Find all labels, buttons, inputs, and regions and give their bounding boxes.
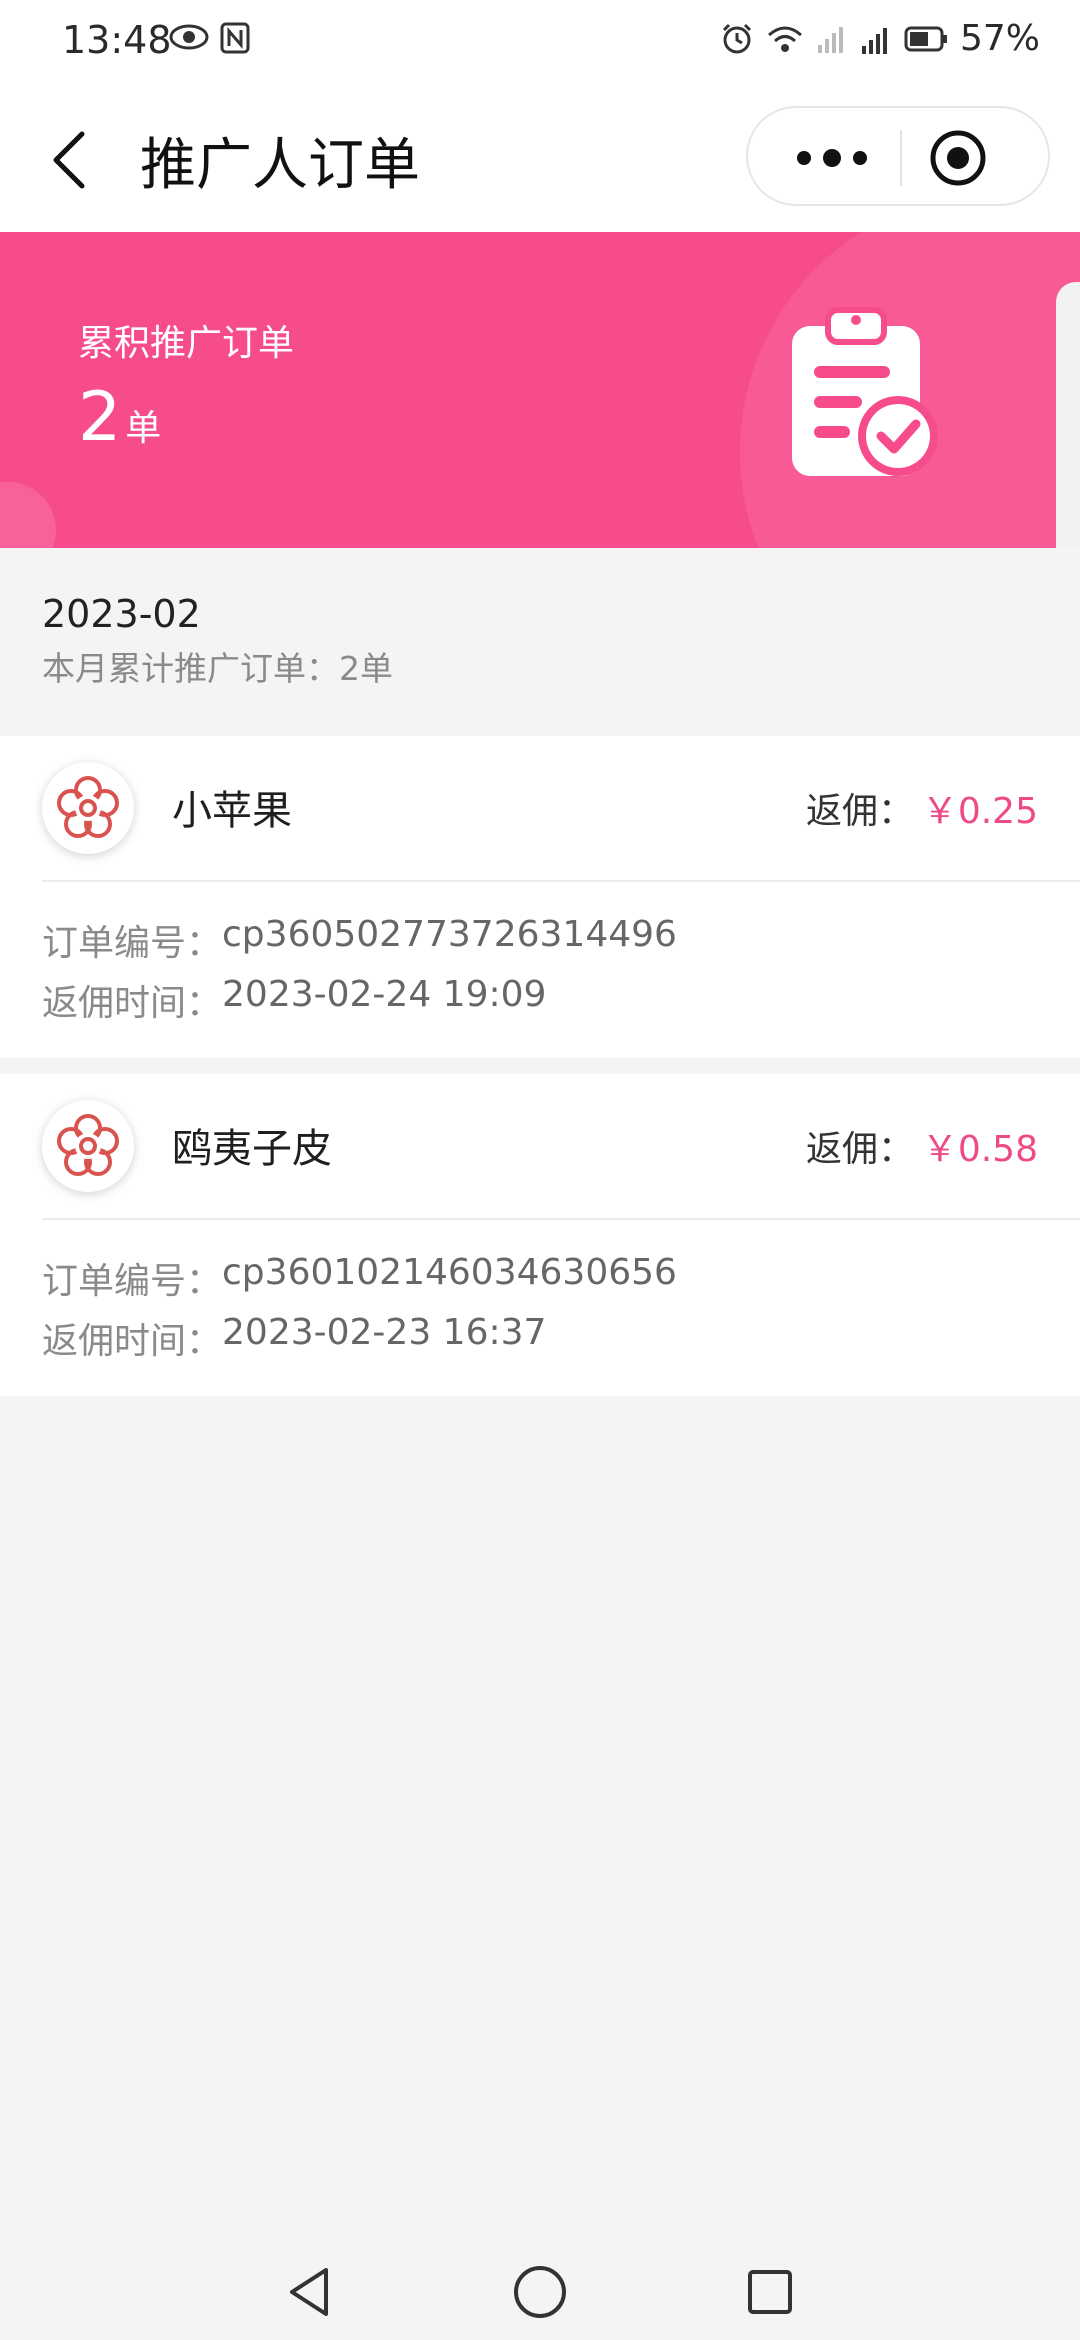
more-button[interactable]: [784, 134, 880, 182]
rebate-time-row: 返佣时间： 2023-02-23 16:37: [42, 1312, 546, 1364]
rebate-time-row: 返佣时间： 2023-02-24 19:09: [42, 974, 546, 1026]
flower-avatar-icon: [57, 776, 119, 838]
user-name: 小苹果: [172, 788, 292, 834]
user-name: 鸥夷子皮: [172, 1126, 332, 1172]
avatar: [42, 762, 134, 854]
close-miniprogram-button[interactable]: [928, 128, 988, 188]
rebate-label: 返佣：: [806, 791, 915, 832]
battery-icon: [904, 26, 947, 51]
order-number-label: 订单编号：: [42, 1261, 223, 1302]
total-orders-unit: 单: [125, 408, 162, 449]
order-card-header: 小苹果 返佣： ￥0.25: [0, 736, 1080, 880]
nav-bar: 推广人订单: [0, 84, 1080, 232]
page-title: 推广人订单: [140, 133, 420, 198]
order-number-value: cp360102146034630656: [222, 1252, 677, 1293]
system-recents-button[interactable]: [740, 2262, 800, 2322]
order-number-row: 订单编号： cp360102146034630656: [42, 1252, 677, 1304]
battery-percent: 57%: [959, 18, 1040, 59]
rebate-time-value: 2023-02-23 16:37: [222, 1312, 547, 1353]
order-card-header: 鸥夷子皮 返佣： ￥0.58: [0, 1074, 1080, 1218]
banner-decoration: [0, 482, 56, 548]
signal-5g-icon: [861, 27, 887, 54]
system-nav-bar: [0, 2240, 1080, 2340]
card-divider: [42, 1218, 1080, 1220]
rebate-time-label: 返佣时间：: [42, 1321, 223, 1362]
order-number-row: 订单编号： cp360502773726314496: [42, 914, 677, 966]
card-divider: [42, 880, 1080, 882]
banner-card-edge: [1056, 282, 1080, 548]
rebate-time-label: 返佣时间：: [42, 983, 223, 1024]
clipboard-check-icon: [792, 307, 938, 476]
miniprogram-capsule: [746, 106, 1050, 206]
rebate-amount: ￥0.25: [921, 791, 1038, 832]
target-circle-icon: [930, 130, 986, 186]
order-number-label: 订单编号：: [42, 923, 223, 964]
square-recents-icon: [748, 2270, 792, 2314]
status-time: 13:48: [62, 18, 172, 62]
order-number-value: cp360502773726314496: [222, 914, 677, 955]
total-orders-count: 2: [78, 378, 122, 457]
summary-banner: 累积推广订单 2 单: [0, 232, 1080, 548]
back-button[interactable]: [38, 120, 98, 200]
more-dots-icon: [797, 149, 867, 167]
system-back-button[interactable]: [280, 2262, 340, 2322]
system-home-button[interactable]: [510, 2262, 570, 2322]
status-bar: 13:48 57%: [0, 0, 1080, 84]
triangle-back-icon: [290, 2268, 328, 2316]
flower-avatar-icon: [57, 1114, 119, 1176]
chevron-left-icon: [53, 131, 85, 189]
alarm-icon: [722, 23, 752, 53]
month-date: 2023-02: [42, 592, 201, 636]
rebate-time-value: 2023-02-24 19:09: [222, 974, 547, 1015]
total-orders-label: 累积推广订单: [78, 323, 295, 364]
rebate-amount: ￥0.58: [921, 1129, 1038, 1170]
rebate-label: 返佣：: [806, 1129, 915, 1170]
circle-home-icon: [514, 2266, 566, 2318]
month-section: 2023-02 本月累计推广订单：2单: [42, 592, 393, 690]
status-left-icons: [168, 22, 250, 54]
capsule-divider: [900, 130, 902, 186]
eye-icon: [169, 24, 209, 50]
order-card[interactable]: 鸥夷子皮 返佣： ￥0.58 订单编号： cp36010214603463065…: [0, 1074, 1080, 1396]
month-summary: 本月累计推广订单：2单: [42, 649, 393, 688]
wifi-icon: [767, 26, 802, 52]
avatar: [42, 1100, 134, 1192]
order-card[interactable]: 小苹果 返佣： ￥0.25 订单编号： cp360502773726314496…: [0, 736, 1080, 1058]
signal-icon: [817, 26, 843, 53]
nfc-icon: [220, 22, 250, 54]
status-right-icons: 57%: [720, 18, 1040, 59]
total-orders-value: 2 单: [78, 378, 161, 457]
